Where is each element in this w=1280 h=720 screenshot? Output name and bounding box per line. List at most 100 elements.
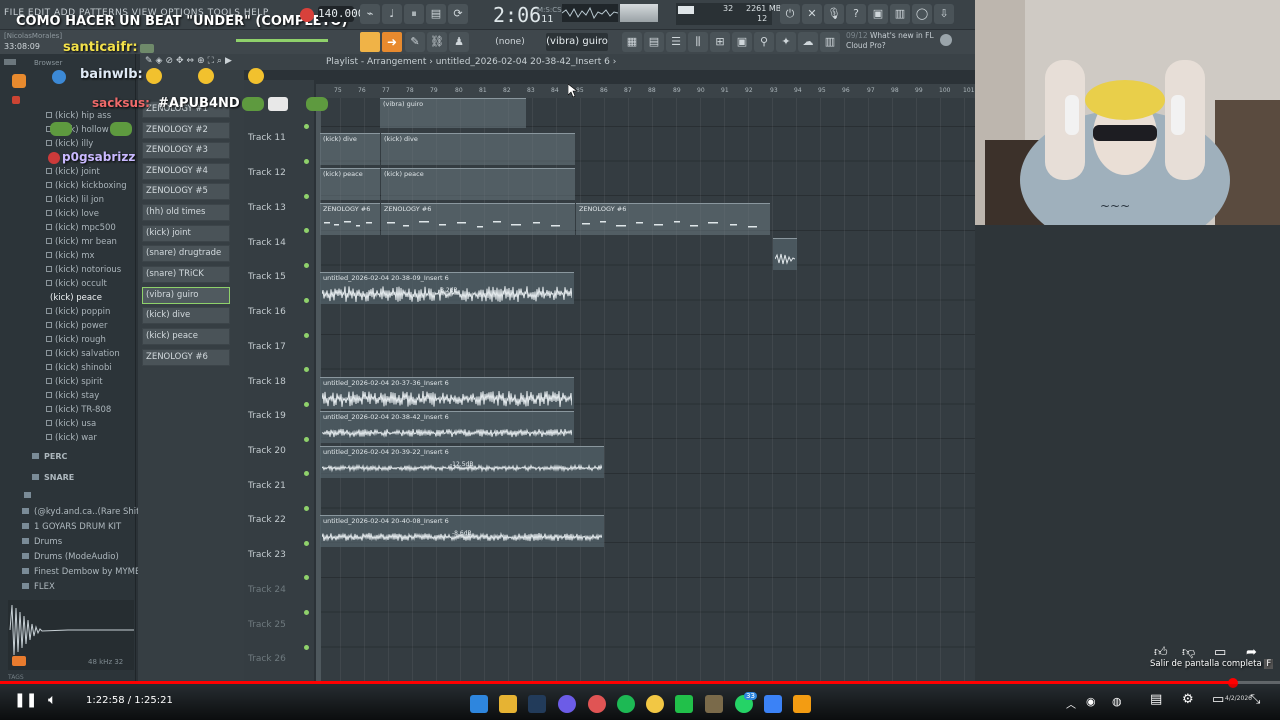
audio-clip[interactable]: untitled_2026-02-04 20-38-42_Insert 6 <box>320 411 574 443</box>
pattern-clip[interactable]: ZENOLOGY #6 <box>381 203 575 235</box>
plugin-icon[interactable]: ⚲ <box>754 32 774 52</box>
track-mute-led[interactable] <box>304 298 309 303</box>
channel-item[interactable]: (snare) drugtrade <box>142 245 230 262</box>
loop-record-icon[interactable]: ⟳ <box>448 4 468 24</box>
track-mute-led[interactable] <box>304 645 309 650</box>
track-mute-led[interactable] <box>304 575 309 580</box>
browser-home-icon[interactable] <box>12 74 26 88</box>
browser-item[interactable]: (kick) spirit <box>46 377 103 387</box>
browser-item[interactable]: (kick) power <box>46 321 108 331</box>
audio-clip[interactable] <box>773 238 797 270</box>
record-button[interactable] <box>300 8 314 22</box>
browser-item[interactable]: (kick) love <box>46 209 99 219</box>
dislike-icon[interactable]: 👎︎ <box>1182 645 1195 660</box>
browser-item[interactable]: (kick) war <box>46 433 97 443</box>
cast-icon[interactable]: ▭ <box>1212 692 1224 707</box>
track-label[interactable]: Track 25 <box>248 620 286 630</box>
track-label[interactable]: Track 21 <box>248 481 286 491</box>
microphone-icon[interactable]: 🎙 <box>824 4 844 24</box>
browser-item[interactable]: (kick) rough <box>46 335 106 345</box>
playlist-tools[interactable]: ✎◈⊘✥⇔⊕⛶⌕▶ <box>145 56 235 66</box>
audio-clip[interactable]: untitled_2026-02-04 20-38-09_Insert 6 -3… <box>320 272 574 304</box>
channel-item[interactable]: ZENOLOGY #6 <box>142 349 230 366</box>
channel-item-selected[interactable]: (vibra) guiro <box>142 287 230 304</box>
app-icon[interactable] <box>588 695 606 713</box>
cloud-icon[interactable]: ☁ <box>798 32 818 52</box>
track-label[interactable]: Track 18 <box>248 377 286 387</box>
track-label[interactable]: Track 13 <box>248 203 286 213</box>
pattern-clip[interactable]: ZENOLOGY #6 <box>576 203 770 235</box>
track-mute-led[interactable] <box>304 228 309 233</box>
browser-item[interactable]: (kick) mr bean <box>46 237 117 247</box>
snap-icon[interactable]: ⌁ <box>360 4 380 24</box>
steam-icon[interactable] <box>528 695 546 713</box>
master-volume-meter[interactable] <box>620 4 658 22</box>
channel-item[interactable]: (kick) joint <box>142 225 230 242</box>
channel-item[interactable]: ZENOLOGY #2 <box>142 122 230 139</box>
track-mute-led[interactable] <box>304 437 309 442</box>
browser-item[interactable]: (kick) joint <box>46 167 100 177</box>
channel-item[interactable]: ZENOLOGY #4 <box>142 163 230 180</box>
track-label[interactable]: Track 11 <box>248 133 286 143</box>
metronome-icon[interactable]: ♩ <box>382 4 402 24</box>
browser-item[interactable]: (kick) poppin <box>46 307 110 317</box>
track-mute-led[interactable] <box>304 610 309 615</box>
track-label[interactable]: Track 19 <box>248 411 286 421</box>
pattern-clip[interactable]: (vibra) guiro <box>380 98 526 128</box>
browser-folder-snare[interactable]: SNARE <box>32 473 74 482</box>
browser-item-selected[interactable]: (kick) peace <box>50 293 102 303</box>
tempo-display[interactable]: 140.000 <box>318 6 364 22</box>
channel-item[interactable]: ZENOLOGY #3 <box>142 142 230 159</box>
volume-icon[interactable]: 🔈︎ <box>48 692 56 708</box>
browser-folder[interactable]: (@kyd.and.ca..(Rare Shit) <box>22 507 143 517</box>
notepad-icon[interactable] <box>764 695 782 713</box>
piano-roll-icon[interactable]: ▤ <box>644 32 664 52</box>
pattern-clip[interactable]: (kick) peace <box>381 168 575 200</box>
track-label[interactable]: Track 26 <box>248 654 286 664</box>
browser-folder-perc[interactable]: PERC <box>32 452 67 461</box>
playlist-icon[interactable]: ☰ <box>666 32 686 52</box>
track-label[interactable]: Track 24 <box>248 585 286 595</box>
timeline-ruler[interactable] <box>316 84 976 98</box>
channel-rack-icon[interactable]: ▦ <box>622 32 642 52</box>
browser-item[interactable]: (kick) salvation <box>46 349 120 359</box>
audio-clip[interactable]: untitled_2026-02-04 20-40-08_Insert 6 -8… <box>320 515 604 547</box>
track-label[interactable]: Track 14 <box>248 238 286 248</box>
subtitles-icon[interactable]: ▤ <box>1150 692 1162 707</box>
folder-app-icon[interactable] <box>705 695 723 713</box>
browser-item[interactable]: (kick) illy <box>46 139 93 149</box>
audio-clip[interactable]: untitled_2026-02-04 20-39-22_Insert 6 -1… <box>320 446 604 478</box>
track-label[interactable]: Track 22 <box>248 515 286 525</box>
browser-item[interactable]: (kick) TR-808 <box>46 405 111 415</box>
channel-item[interactable]: (kick) peace <box>142 328 230 345</box>
channel-item[interactable]: (snare) TRiCK <box>142 266 230 283</box>
channel-item[interactable]: (kick) dive <box>142 307 230 324</box>
chat-icon[interactable]: ◯ <box>912 4 932 24</box>
fl-studio-icon[interactable] <box>793 695 811 713</box>
save-icon[interactable]: ▣ <box>868 4 888 24</box>
pattern-clip[interactable]: (kick) dive <box>320 133 380 165</box>
pattern-selector[interactable]: (vibra) guiro <box>546 33 608 51</box>
track-mute-led[interactable] <box>304 402 309 407</box>
windows-start-icon[interactable] <box>470 695 488 713</box>
like-icon[interactable]: 👍︎ <box>1154 645 1168 660</box>
spotify-icon[interactable] <box>617 695 635 713</box>
power-icon[interactable]: ⏻ <box>780 4 800 24</box>
preview-play-icon[interactable] <box>12 656 26 666</box>
track-mute-led[interactable] <box>304 124 309 129</box>
audio-clip[interactable]: untitled_2026-02-04 20-37-36_Insert 6 <box>320 377 574 409</box>
master-pitch-slider[interactable] <box>236 39 328 42</box>
browser-item[interactable]: (kick) mx <box>46 251 95 261</box>
mixer-view-icon[interactable]: ⫼ <box>688 32 708 52</box>
mixer-icon[interactable]: ▥ <box>890 4 910 24</box>
track-mute-led[interactable] <box>304 541 309 546</box>
pattern-mode-icon[interactable] <box>360 32 380 52</box>
track-mute-led[interactable] <box>304 471 309 476</box>
news-panel[interactable]: 09/12 What's new in FL Cloud Pro? <box>846 31 942 53</box>
browser-item[interactable]: (kick) hip ass <box>46 111 111 121</box>
tray-chevron-icon[interactable]: ︿ <box>1066 696 1076 711</box>
pattern-clip[interactable]: (kick) dive <box>381 133 575 165</box>
track-mute-led[interactable] <box>304 194 309 199</box>
countdown-icon[interactable]: ▤ <box>426 4 446 24</box>
project-icon[interactable]: ▣ <box>732 32 752 52</box>
